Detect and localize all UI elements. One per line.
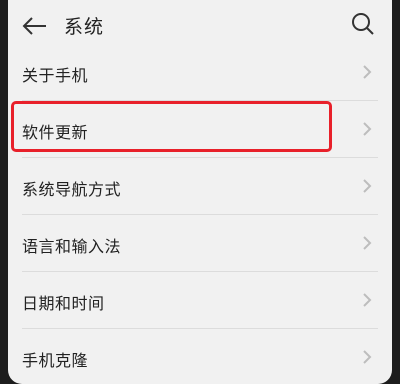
settings-item-label: 日期和时间 — [22, 294, 105, 313]
page-title: 系统 — [64, 16, 105, 38]
settings-item-date-time[interactable]: 日期和时间 — [8, 272, 392, 329]
chevron-right-icon — [363, 350, 372, 364]
settings-list: 关于手机 软件更新 系统导航方式 语言和输入法 日期和时间 手机克隆 — [8, 44, 392, 384]
settings-item-label: 语言和输入法 — [22, 237, 122, 256]
search-button[interactable] — [348, 9, 378, 39]
chevron-right-icon — [363, 236, 372, 250]
settings-item-software-update[interactable]: 软件更新 — [8, 101, 392, 158]
back-button[interactable] — [20, 13, 50, 39]
settings-item-label: 手机克隆 — [22, 351, 89, 370]
chevron-right-icon — [363, 293, 372, 307]
settings-item-system-navigation[interactable]: 系统导航方式 — [8, 158, 392, 215]
chevron-right-icon — [363, 122, 372, 136]
settings-item-label: 软件更新 — [22, 123, 89, 142]
chevron-right-icon — [363, 65, 372, 79]
back-arrow-icon — [22, 17, 46, 35]
settings-item-label: 系统导航方式 — [22, 180, 122, 199]
settings-item-label: 关于手机 — [22, 66, 89, 85]
settings-item-about-phone[interactable]: 关于手机 — [8, 44, 392, 101]
search-icon — [352, 13, 374, 35]
settings-screen: 系统 关于手机 软件更新 系统导航方式 语言和输入法 日期和时间 手机克隆 — [8, 0, 392, 384]
settings-item-language-input[interactable]: 语言和输入法 — [8, 215, 392, 272]
chevron-right-icon — [363, 179, 372, 193]
settings-item-phone-clone[interactable]: 手机克隆 — [8, 329, 392, 384]
